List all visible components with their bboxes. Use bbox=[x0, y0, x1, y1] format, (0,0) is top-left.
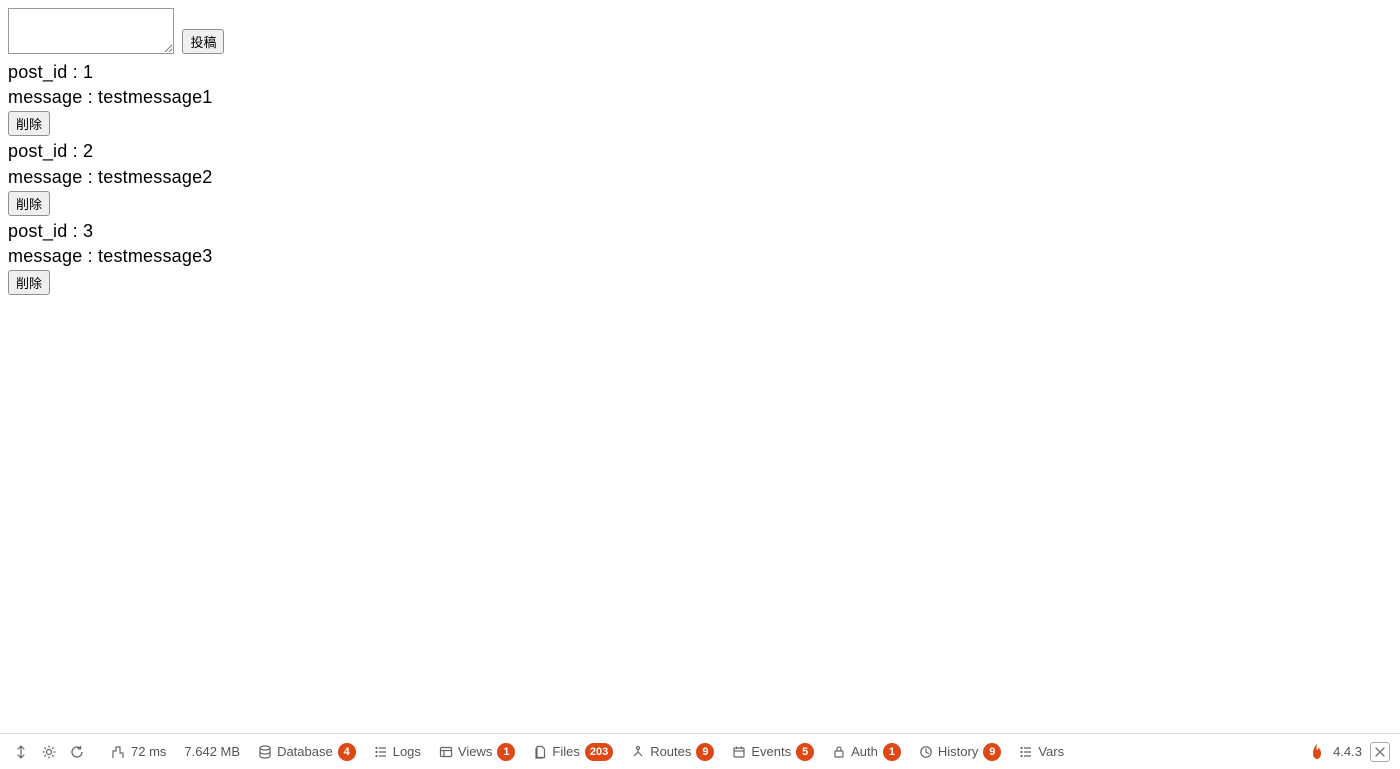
badge: 1 bbox=[883, 743, 901, 761]
delete-button[interactable]: 削除 bbox=[8, 111, 50, 136]
badge: 203 bbox=[585, 743, 613, 761]
tab-memory[interactable]: 7.642 MB bbox=[184, 744, 240, 759]
tab-files[interactable]: Files 203 bbox=[533, 743, 613, 761]
debug-toolbar: 72 ms 7.642 MB Database 4 Logs Views 1 bbox=[0, 733, 1400, 769]
post-message-line: message : testmessage1 bbox=[8, 85, 1392, 110]
tab-database[interactable]: Database 4 bbox=[258, 743, 356, 761]
views-icon bbox=[439, 745, 453, 759]
settings-icon[interactable] bbox=[38, 741, 60, 763]
flame-icon bbox=[1309, 743, 1325, 761]
tab-label: Vars bbox=[1038, 744, 1064, 759]
post-message-line: message : testmessage2 bbox=[8, 165, 1392, 190]
history-icon bbox=[919, 745, 933, 759]
badge: 9 bbox=[983, 743, 1001, 761]
tab-logs[interactable]: Logs bbox=[374, 744, 421, 759]
page-content: 投稿 post_id : 1message : testmessage1削除po… bbox=[0, 0, 1400, 306]
version-label: 4.4.3 bbox=[1333, 744, 1362, 759]
debug-tabs: 72 ms 7.642 MB Database 4 Logs Views 1 bbox=[112, 743, 1303, 761]
timer-icon bbox=[112, 745, 126, 759]
tab-routes[interactable]: Routes 9 bbox=[631, 743, 714, 761]
tab-label: Auth bbox=[851, 744, 878, 759]
badge: 4 bbox=[338, 743, 356, 761]
delete-button[interactable]: 削除 bbox=[8, 191, 50, 216]
tab-label: Files bbox=[552, 744, 579, 759]
debug-right: 4.4.3 bbox=[1309, 742, 1390, 762]
post-item: post_id : 3message : testmessage3削除 bbox=[8, 219, 1392, 296]
post-message-line: message : testmessage3 bbox=[8, 244, 1392, 269]
badge: 1 bbox=[497, 743, 515, 761]
files-icon bbox=[533, 745, 547, 759]
tab-label: History bbox=[938, 744, 978, 759]
tab-history[interactable]: History 9 bbox=[919, 743, 1001, 761]
tab-label: Events bbox=[751, 744, 791, 759]
tab-label: Database bbox=[277, 744, 333, 759]
badge: 9 bbox=[696, 743, 714, 761]
debug-controls bbox=[10, 741, 88, 763]
post-item: post_id : 1message : testmessage1削除 bbox=[8, 60, 1392, 137]
logs-icon bbox=[374, 745, 388, 759]
submit-button[interactable]: 投稿 bbox=[182, 29, 224, 54]
posts-list: post_id : 1message : testmessage1削除post_… bbox=[8, 60, 1392, 296]
tab-auth[interactable]: Auth 1 bbox=[832, 743, 901, 761]
database-icon bbox=[258, 745, 272, 759]
post-item: post_id : 2message : testmessage2削除 bbox=[8, 139, 1392, 216]
routes-icon bbox=[631, 745, 645, 759]
post-id-line: post_id : 2 bbox=[8, 139, 1392, 164]
events-icon bbox=[732, 745, 746, 759]
post-id-line: post_id : 1 bbox=[8, 60, 1392, 85]
tab-events[interactable]: Events 5 bbox=[732, 743, 814, 761]
post-form: 投稿 bbox=[8, 8, 1392, 54]
post-id-line: post_id : 3 bbox=[8, 219, 1392, 244]
tab-label: Views bbox=[458, 744, 492, 759]
tab-timer[interactable]: 72 ms bbox=[112, 744, 166, 759]
tab-vars[interactable]: Vars bbox=[1019, 744, 1064, 759]
expand-icon[interactable] bbox=[10, 741, 32, 763]
lock-icon bbox=[832, 745, 846, 759]
tab-views[interactable]: Views 1 bbox=[439, 743, 515, 761]
message-textarea[interactable] bbox=[8, 8, 174, 54]
timer-value: 72 ms bbox=[131, 744, 166, 759]
memory-value: 7.642 MB bbox=[184, 744, 240, 759]
close-button[interactable] bbox=[1370, 742, 1390, 762]
tab-label: Logs bbox=[393, 744, 421, 759]
refresh-icon[interactable] bbox=[66, 741, 88, 763]
delete-button[interactable]: 削除 bbox=[8, 270, 50, 295]
badge: 5 bbox=[796, 743, 814, 761]
vars-icon bbox=[1019, 745, 1033, 759]
tab-label: Routes bbox=[650, 744, 691, 759]
